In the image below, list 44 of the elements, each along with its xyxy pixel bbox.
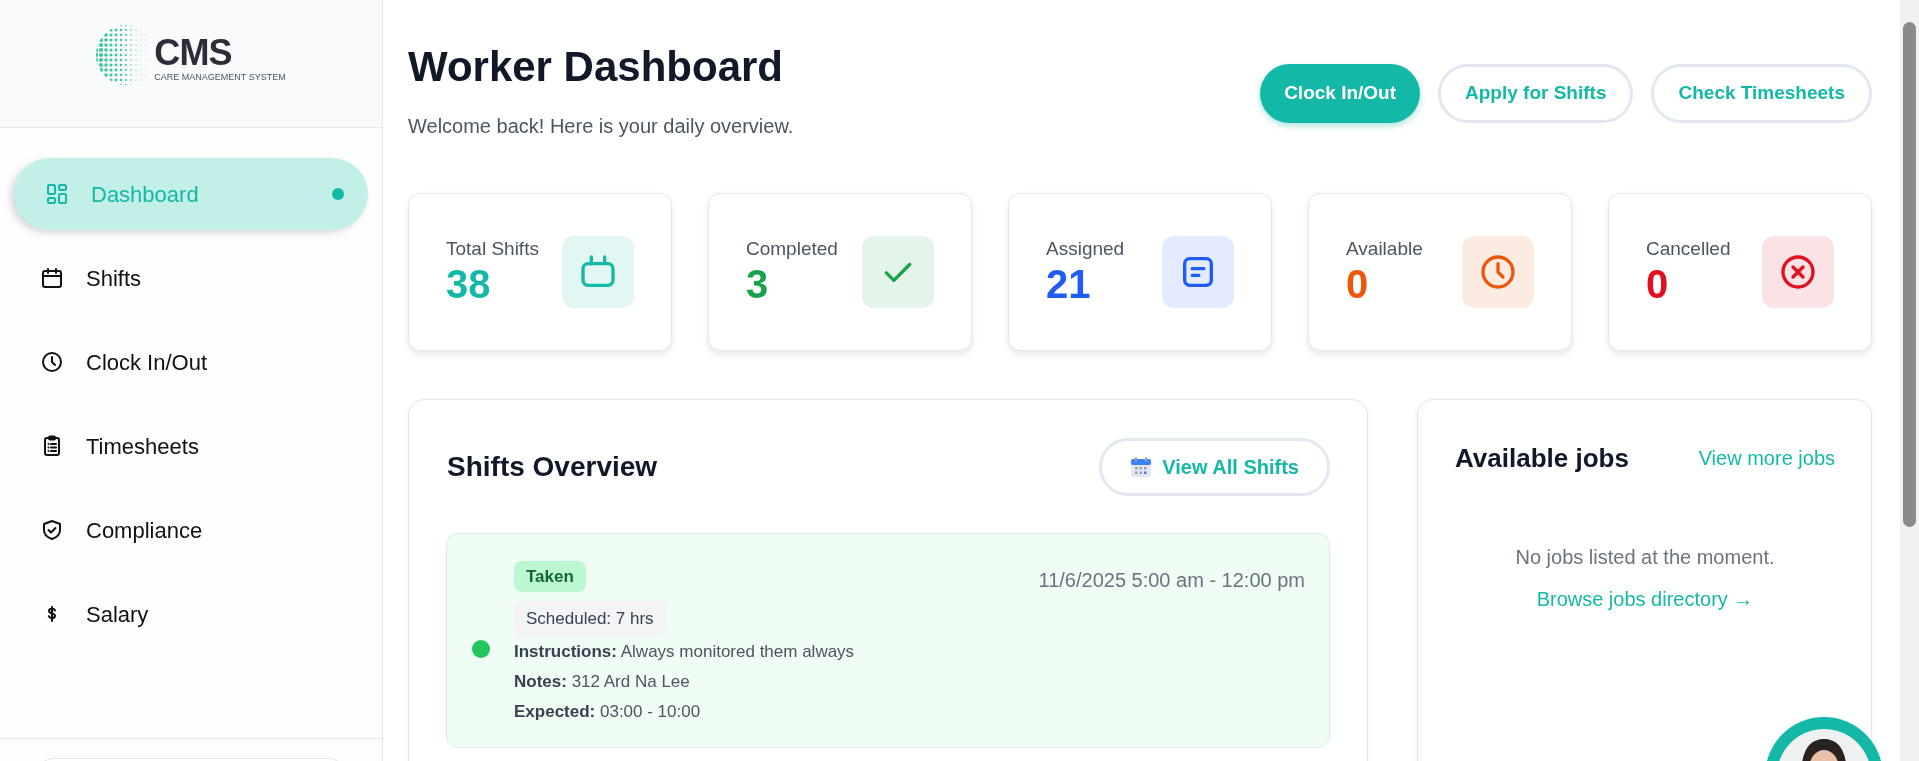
stat-value: 38 <box>446 261 492 307</box>
secondary-action-button[interactable]: Apply for Shifts <box>1438 64 1634 123</box>
sidebar-item[interactable]: Compliance <box>14 494 368 566</box>
primary-action-button[interactable]: Clock In/Out <box>1260 64 1421 123</box>
stat-value: 0 <box>1646 261 1670 307</box>
view-all-shifts-button[interactable]: View All Shifts <box>1099 438 1330 496</box>
page-subtitle: Welcome back! Here is your daily overview. <box>408 114 794 139</box>
stat-label: Completed <box>746 237 838 261</box>
logo-text: CMS <box>154 37 233 69</box>
sidebar-item[interactable]: Salary <box>14 578 368 650</box>
shift-item[interactable]: Taken 11/6/2025 5:00 am - 12:00 pm Scheduled: 7 hrs Instructions: Always monitored them always Notes: 312 Ard Na Lee Expected: 03:00 - 10:00 <box>446 533 1330 748</box>
shield-check-icon <box>40 518 64 542</box>
stat-label: Available <box>1346 237 1423 261</box>
x-circle-icon <box>1778 252 1818 292</box>
shift-detail: Notes: 312 Ard Na Lee <box>514 671 691 693</box>
browse-jobs-link[interactable]: Browse jobs directory → <box>1536 585 1754 613</box>
sidebar-item[interactable]: Shifts <box>14 242 368 314</box>
stat-label: Assigned <box>1046 237 1125 261</box>
clock-icon <box>1478 252 1518 292</box>
shift-detail: Expected: 03:00 - 10:00 <box>514 701 702 723</box>
stat-value: 0 <box>1346 261 1370 307</box>
stat-label: Total Shifts <box>446 237 539 261</box>
clock-icon <box>40 350 64 374</box>
page-title: Worker Dashboard <box>408 42 784 92</box>
sidebar-item[interactable]: Timesheets <box>14 410 368 482</box>
stat-value: 21 <box>1046 261 1092 307</box>
status-badge: Taken <box>514 561 586 592</box>
stat-label: Cancelled <box>1646 237 1731 261</box>
schedule-tag: Scheduled: 7 hrs <box>514 601 666 637</box>
section-title: Available jobs <box>1455 441 1629 475</box>
section-title: Shifts Overview <box>447 450 658 484</box>
sidebar-item[interactable]: Clock In/Out <box>14 326 368 398</box>
grid-icon <box>45 182 69 206</box>
sidebar-item[interactable]: Dashboard <box>14 158 368 230</box>
view-more-jobs-link[interactable]: View more jobs <box>1698 443 1835 473</box>
shift-time: 11/6/2025 5:00 am - 12:00 pm <box>1038 568 1305 593</box>
calendar-icon <box>40 266 64 290</box>
logo-tagline: CARE MANAGEMENT SYSTEM <box>154 72 286 83</box>
stat-value: 3 <box>746 261 770 307</box>
calendar-icon <box>1130 456 1153 478</box>
secondary-action-button[interactable]: Check Timesheets <box>1651 64 1872 123</box>
scrollbar[interactable] <box>1900 0 1919 761</box>
shift-detail: Instructions: Always monitored them always <box>514 641 856 663</box>
empty-message: No jobs listed at the moment. <box>1515 545 1775 570</box>
